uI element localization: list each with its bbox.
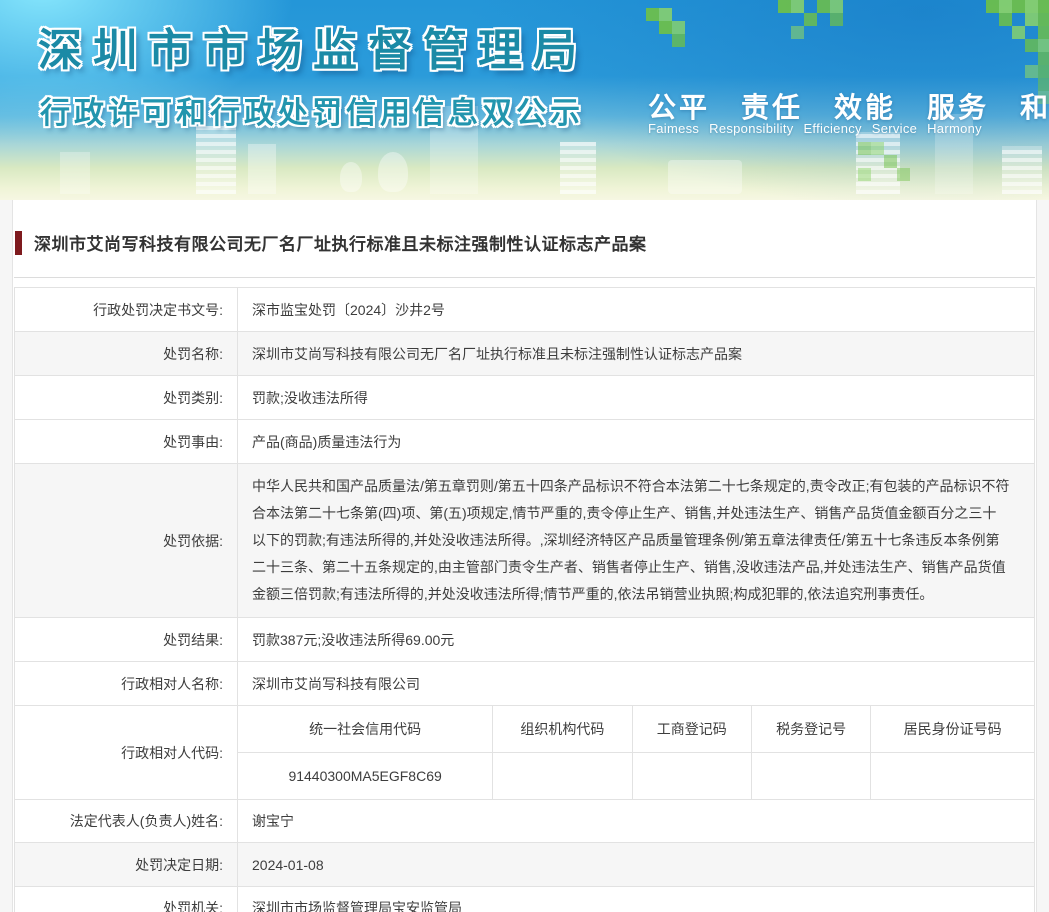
table-row: 行政处罚决定书文号: 深市监宝处罚〔2024〕沙井2号 <box>15 288 1035 332</box>
row-label: 法定代表人(负责人)姓名: <box>15 800 238 843</box>
pixel-decoration <box>858 142 871 155</box>
penalty-info-table: 行政处罚决定书文号: 深市监宝处罚〔2024〕沙井2号 处罚名称: 深圳市艾尚写… <box>14 287 1035 912</box>
table-row: 处罚事由: 产品(商品)质量违法行为 <box>15 420 1035 464</box>
table-row: 处罚机关: 深圳市市场监督管理局宝安监管局 <box>15 887 1035 912</box>
case-title-bar: 深圳市艾尚写科技有限公司无厂名厂址执行标准且未标注强制性认证标志产品案 <box>14 200 1035 278</box>
code-header: 工商登记码 <box>632 706 751 752</box>
row-value: 2024-01-08 <box>238 843 1035 887</box>
row-label: 行政相对人名称: <box>15 662 238 706</box>
row-value: 深圳市艾尚写科技有限公司无厂名厂址执行标准且未标注强制性认证标志产品案 <box>238 332 1035 376</box>
row-label: 处罚结果: <box>15 618 238 662</box>
row-label: 行政处罚决定书文号: <box>15 288 238 332</box>
pixel-decoration <box>986 0 999 13</box>
table-row: 处罚决定日期: 2024-01-08 <box>15 843 1035 887</box>
pixel-decoration <box>646 8 659 21</box>
code-header: 统一社会信用代码 <box>238 706 493 752</box>
code-header: 居民身份证号码 <box>871 706 1034 752</box>
codes-value-row: 91440300MA5EGF8C69 <box>238 752 1034 799</box>
table-row: 行政相对人名称: 深圳市艾尚写科技有限公司 <box>15 662 1035 706</box>
site-title: 深圳市市场监督管理局 <box>38 14 588 78</box>
row-label: 行政相对人代码: <box>15 706 238 800</box>
table-row: 处罚名称: 深圳市艾尚写科技有限公司无厂名厂址执行标准且未标注强制性认证标志产品… <box>15 332 1035 376</box>
row-value: 深圳市市场监督管理局宝安监管局 <box>238 887 1035 912</box>
row-value: 深市监宝处罚〔2024〕沙井2号 <box>238 288 1035 332</box>
code-value: 91440300MA5EGF8C69 <box>238 752 493 799</box>
row-value: 罚款;没收违法所得 <box>238 376 1035 420</box>
party-codes-cell: 统一社会信用代码 组织机构代码 工商登记码 税务登记号 居民身份证号码 9144… <box>238 706 1035 800</box>
page-title: 深圳市艾尚写科技有限公司无厂名厂址执行标准且未标注强制性认证标志产品案 <box>34 230 647 255</box>
row-value: 产品(商品)质量违法行为 <box>238 420 1035 464</box>
row-label: 处罚事由: <box>15 420 238 464</box>
site-subtitle: 行政许可和行政处罚信用信息双公示 <box>40 88 584 132</box>
content-area: 深圳市艾尚写科技有限公司无厂名厂址执行标准且未标注强制性认证标志产品案 行政处罚… <box>12 200 1037 912</box>
row-label: 处罚类别: <box>15 376 238 420</box>
row-label: 处罚依据: <box>15 464 238 618</box>
row-label: 处罚决定日期: <box>15 843 238 887</box>
slogan-english: Faimess Responsibility Efficiency Servic… <box>648 121 982 136</box>
slogan-chinese: 公平 责任 效能 服务 和谐 <box>648 86 1049 126</box>
code-value <box>751 752 870 799</box>
code-value <box>871 752 1034 799</box>
table-row: 处罚类别: 罚款;没收违法所得 <box>15 376 1035 420</box>
table-row: 处罚依据: 中华人民共和国产品质量法/第五章罚则/第五十四条产品标识不符合本法第… <box>15 464 1035 618</box>
party-codes-table: 统一社会信用代码 组织机构代码 工商登记码 税务登记号 居民身份证号码 9144… <box>238 706 1034 799</box>
code-value <box>632 752 751 799</box>
row-label: 处罚机关: <box>15 887 238 912</box>
table-row-party-codes: 行政相对人代码: 统一社会信用代码 组织机构代码 工商登记码 税务登记号 居民身… <box>15 706 1035 800</box>
table-row: 法定代表人(负责人)姓名: 谢宝宁 <box>15 800 1035 843</box>
table-row: 处罚结果: 罚款387元;没收违法所得69.00元 <box>15 618 1035 662</box>
title-accent-bar <box>15 231 22 255</box>
code-header: 税务登记号 <box>751 706 870 752</box>
codes-header-row: 统一社会信用代码 组织机构代码 工商登记码 税务登记号 居民身份证号码 <box>238 706 1034 752</box>
row-value: 中华人民共和国产品质量法/第五章罚则/第五十四条产品标识不符合本法第二十七条规定… <box>238 464 1035 618</box>
row-value: 罚款387元;没收违法所得69.00元 <box>238 618 1035 662</box>
row-value: 深圳市艾尚写科技有限公司 <box>238 662 1035 706</box>
row-value: 谢宝宁 <box>238 800 1035 843</box>
code-value <box>493 752 632 799</box>
pixel-decoration <box>778 0 791 13</box>
site-banner: 深圳市市场监督管理局 行政许可和行政处罚信用信息双公示 公平 责任 效能 服务 … <box>0 0 1049 200</box>
row-label: 处罚名称: <box>15 332 238 376</box>
code-header: 组织机构代码 <box>493 706 632 752</box>
